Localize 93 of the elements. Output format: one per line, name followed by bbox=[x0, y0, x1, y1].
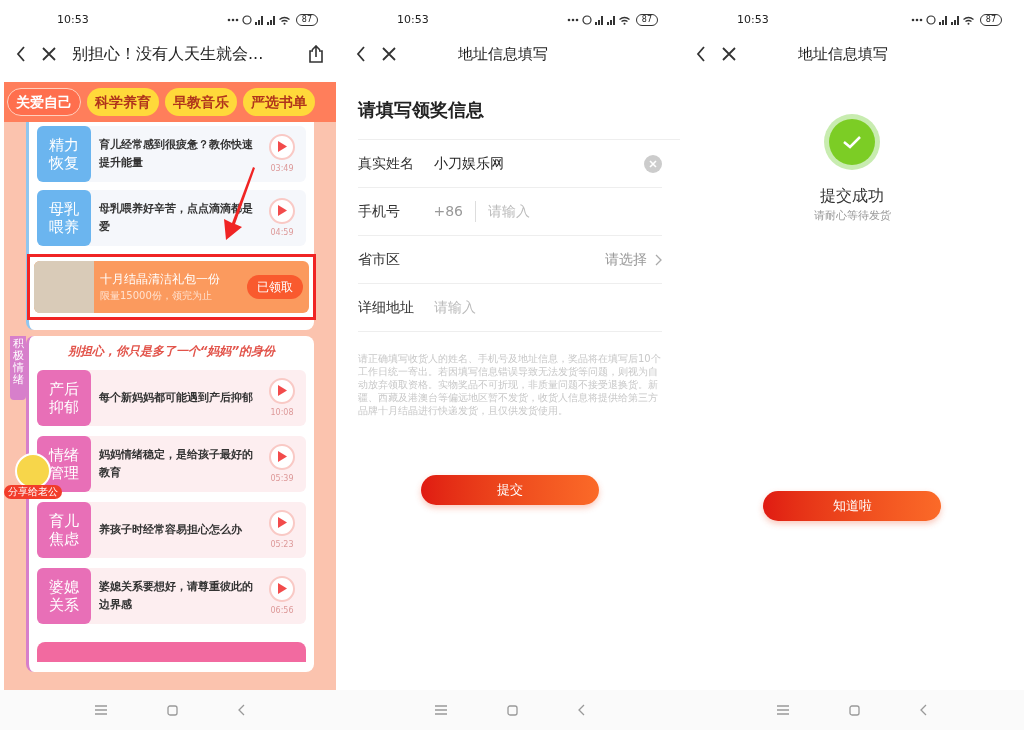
claimed-button[interactable]: 已领取 bbox=[247, 275, 303, 299]
play-icon bbox=[277, 451, 287, 462]
prize-card[interactable]: 十月结晶清洁礼包一份 限量15000份，领完为止 已领取 bbox=[34, 261, 309, 313]
page-title: 地址信息填写 bbox=[798, 43, 888, 65]
close-icon[interactable] bbox=[42, 47, 56, 61]
region-select[interactable]: 请选择 bbox=[434, 249, 662, 270]
duration: 05:23 bbox=[270, 538, 294, 551]
country-code: +86 bbox=[433, 201, 476, 222]
back-icon[interactable] bbox=[16, 46, 26, 62]
play-icon bbox=[277, 517, 287, 528]
duration: 10:08 bbox=[270, 406, 294, 419]
play-icon bbox=[277, 583, 287, 594]
wifi-icon bbox=[278, 15, 290, 25]
menu-icon[interactable] bbox=[435, 705, 447, 715]
text-field[interactable]: 请输入 bbox=[434, 297, 662, 318]
lesson-tag: 育儿焦虑 bbox=[37, 502, 91, 558]
play-button[interactable] bbox=[269, 197, 295, 224]
duration: 05:39 bbox=[270, 472, 294, 485]
lesson-card[interactable]: 产后抑郁 每个新妈妈都可能遇到产后抑郁 10:08 bbox=[37, 370, 306, 426]
alarm-icon bbox=[925, 15, 936, 25]
signal-icon bbox=[254, 15, 264, 25]
alarm-icon bbox=[241, 15, 252, 25]
prize-title: 十月结晶清洁礼包一份 bbox=[100, 270, 221, 288]
section-heading: 别担心，你只是多了一个“妈妈”的身份 bbox=[66, 343, 277, 360]
status-time: 10:53 bbox=[397, 11, 429, 28]
signal-icon bbox=[938, 15, 948, 25]
lesson-title: 养孩子时经常容易担心怎么办 bbox=[99, 522, 243, 539]
photo-placeholder bbox=[34, 261, 94, 313]
phone-field[interactable]: 请输入 bbox=[488, 201, 662, 222]
lesson-title: 育儿经常感到很疲惫？教你快速提升能量 bbox=[99, 137, 254, 171]
duration: 06:56 bbox=[270, 604, 294, 617]
lesson-title: 婆媳关系要想好，请尊重彼此的边界感 bbox=[99, 579, 254, 613]
category-tab[interactable]: 关爱自己 bbox=[7, 88, 81, 116]
lesson-title: 每个新妈妈都可能遇到产后抑郁 bbox=[99, 390, 254, 407]
share-icon[interactable] bbox=[308, 45, 324, 63]
text-field[interactable]: 小刀娱乐网 bbox=[434, 153, 644, 174]
more-dots-icon bbox=[226, 18, 239, 22]
lesson-tag: 精力恢复 bbox=[37, 126, 91, 182]
back-icon[interactable] bbox=[696, 46, 706, 62]
play-button[interactable] bbox=[269, 377, 295, 404]
lesson-tag: 母乳喂养 bbox=[37, 190, 91, 246]
field-label: 省市区 bbox=[358, 250, 401, 269]
wifi-icon bbox=[618, 15, 630, 25]
play-button[interactable] bbox=[269, 133, 295, 160]
prize-subtitle: 限量15000份，领完为止 bbox=[100, 289, 213, 304]
field-label: 详细地址 bbox=[358, 298, 415, 317]
back-icon[interactable] bbox=[356, 46, 366, 62]
acknowledge-button[interactable]: 知道啦 bbox=[763, 490, 941, 521]
signal-icon bbox=[606, 15, 616, 25]
home-icon[interactable] bbox=[167, 704, 178, 716]
lesson-card[interactable]: 精力恢复 育儿经常感到很疲惫？教你快速提升能量 03:49 bbox=[37, 126, 306, 182]
page-title: 别担心！没有人天生就会... bbox=[72, 43, 265, 65]
status-time: 10:53 bbox=[737, 11, 769, 28]
play-icon bbox=[277, 141, 287, 152]
lesson-tag: 婆媳关系 bbox=[37, 568, 91, 624]
duration: 03:49 bbox=[270, 162, 294, 175]
play-button[interactable] bbox=[269, 443, 295, 470]
page-title: 地址信息填写 bbox=[458, 43, 548, 65]
home-icon[interactable] bbox=[849, 704, 860, 716]
close-icon[interactable] bbox=[722, 47, 736, 61]
lesson-card[interactable]: 育儿焦虑 养孩子时经常容易担心怎么办 05:23 bbox=[37, 502, 306, 558]
alarm-icon bbox=[581, 15, 592, 25]
signal-icon bbox=[950, 15, 960, 25]
category-tab[interactable]: 科学养育 bbox=[87, 88, 159, 116]
chevron-right-icon bbox=[655, 253, 662, 266]
category-tab[interactable]: 严选书单 bbox=[243, 88, 315, 116]
close-icon[interactable] bbox=[382, 47, 396, 61]
lesson-tag: 产后抑郁 bbox=[37, 370, 91, 426]
play-icon bbox=[277, 205, 287, 216]
play-icon bbox=[277, 385, 287, 396]
lesson-card[interactable]: 婆媳关系 婆媳关系要想好，请尊重彼此的边界感 06:56 bbox=[37, 568, 306, 624]
submit-button[interactable]: 提交 bbox=[421, 475, 599, 505]
lesson-title: 妈妈情绪稳定，是给孩子最好的教育 bbox=[99, 447, 254, 481]
duration: 04:59 bbox=[270, 226, 294, 239]
more-dots-icon bbox=[566, 18, 579, 22]
field-label: 真实姓名 bbox=[358, 154, 415, 173]
success-title: 提交成功 bbox=[820, 185, 884, 207]
play-button[interactable] bbox=[269, 575, 295, 602]
status-time: 10:53 bbox=[57, 11, 89, 28]
play-button[interactable] bbox=[269, 509, 295, 536]
home-icon[interactable] bbox=[507, 704, 518, 716]
menu-icon[interactable] bbox=[95, 705, 107, 715]
signal-icon bbox=[594, 15, 604, 25]
wifi-icon bbox=[962, 15, 974, 25]
share-badge[interactable]: 分享给老公 bbox=[4, 485, 62, 499]
more-dots-icon bbox=[910, 18, 923, 22]
category-tab[interactable]: 早教音乐 bbox=[165, 88, 237, 116]
menu-icon[interactable] bbox=[777, 705, 789, 715]
success-subtitle: 请耐心等待发货 bbox=[813, 208, 891, 224]
side-tab[interactable]: 积极情绪 bbox=[10, 336, 26, 400]
signal-icon bbox=[266, 15, 276, 25]
success-check-icon bbox=[824, 114, 880, 170]
field-label: 手机号 bbox=[358, 202, 401, 221]
